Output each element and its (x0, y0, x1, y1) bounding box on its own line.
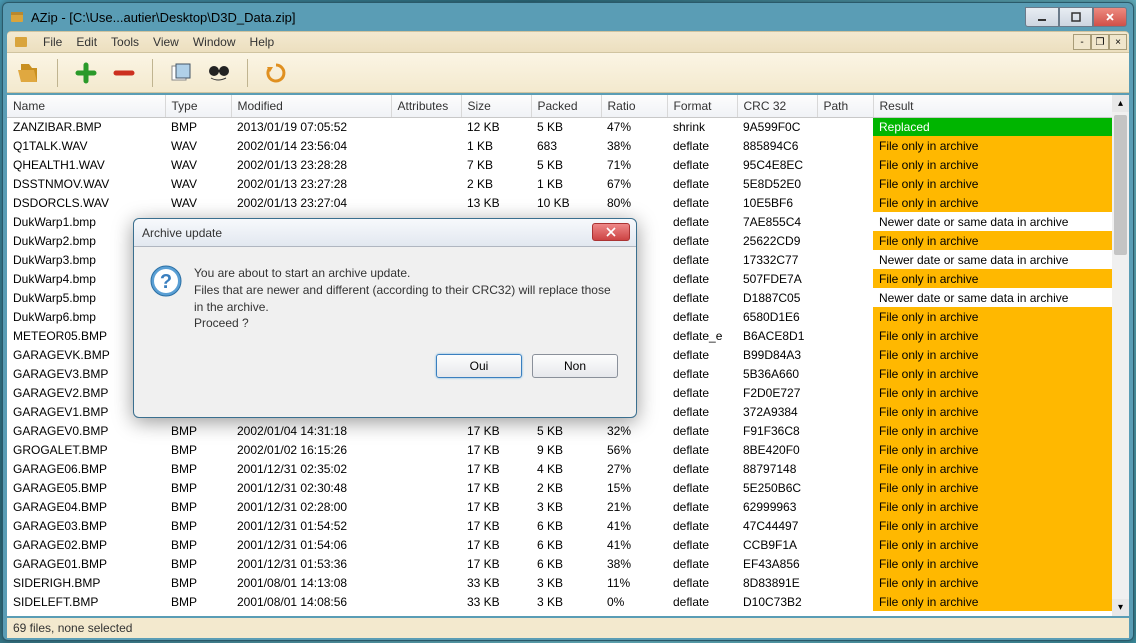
col-size[interactable]: Size (461, 95, 531, 117)
table-row[interactable]: DSSTNMOV.WAVWAV2002/01/13 23:27:282 KB1 … (7, 174, 1129, 193)
column-headers[interactable]: Name Type Modified Attributes Size Packe… (7, 95, 1129, 117)
result-cell: Newer date or same data in archive (873, 288, 1129, 307)
result-cell: File only in archive (873, 497, 1129, 516)
find-button[interactable] (205, 59, 233, 87)
maximize-button[interactable] (1059, 7, 1093, 27)
result-cell: File only in archive (873, 421, 1129, 440)
close-button[interactable] (1093, 7, 1127, 27)
menu-edit[interactable]: Edit (76, 35, 97, 49)
table-row[interactable]: GARAGE01.BMPBMP2001/12/31 01:53:3617 KB6… (7, 554, 1129, 573)
table-row[interactable]: ZANZIBAR.BMPBMP2013/01/19 07:05:5212 KB5… (7, 117, 1129, 136)
mdi-close-button[interactable]: × (1109, 34, 1127, 50)
result-cell: File only in archive (873, 193, 1129, 212)
menu-tools[interactable]: Tools (111, 35, 139, 49)
question-icon: ? (150, 265, 182, 297)
close-icon (605, 227, 617, 237)
mdi-restore-button[interactable]: ❐ (1091, 34, 1109, 50)
dialog-message: You are about to start an archive update… (194, 265, 620, 332)
menu-view[interactable]: View (153, 35, 179, 49)
col-modified[interactable]: Modified (231, 95, 391, 117)
scroll-up-icon[interactable]: ▴ (1112, 95, 1129, 112)
result-cell: File only in archive (873, 307, 1129, 326)
result-cell: Newer date or same data in archive (873, 250, 1129, 269)
result-cell: File only in archive (873, 573, 1129, 592)
table-row[interactable]: GARAGE05.BMPBMP2001/12/31 02:30:4817 KB2… (7, 478, 1129, 497)
vertical-scrollbar[interactable]: ▴ ▾ (1112, 95, 1129, 616)
result-cell: File only in archive (873, 535, 1129, 554)
result-cell: File only in archive (873, 364, 1129, 383)
table-row[interactable]: GARAGE02.BMPBMP2001/12/31 01:54:0617 KB6… (7, 535, 1129, 554)
status-text: 69 files, none selected (13, 621, 132, 635)
result-cell: File only in archive (873, 269, 1129, 288)
table-row[interactable]: SIDELEFT.BMPBMP2001/08/01 14:08:5633 KB3… (7, 592, 1129, 611)
result-cell: File only in archive (873, 231, 1129, 250)
table-row[interactable]: DSDORCLS.WAVWAV2002/01/13 23:27:0413 KB1… (7, 193, 1129, 212)
result-cell: File only in archive (873, 516, 1129, 535)
table-row[interactable]: QHEALTH1.WAVWAV2002/01/13 23:28:287 KB5 … (7, 155, 1129, 174)
table-row[interactable]: GROGALET.BMPBMP2002/01/02 16:15:2617 KB9… (7, 440, 1129, 459)
dialog-close-button[interactable] (592, 223, 630, 241)
result-cell: File only in archive (873, 326, 1129, 345)
scroll-down-icon[interactable]: ▾ (1112, 599, 1129, 616)
result-cell: File only in archive (873, 155, 1129, 174)
col-format[interactable]: Format (667, 95, 737, 117)
col-packed[interactable]: Packed (531, 95, 601, 117)
dialog-titlebar[interactable]: Archive update (134, 219, 636, 247)
table-row[interactable]: GARAGE03.BMPBMP2001/12/31 01:54:5217 KB6… (7, 516, 1129, 535)
table-row[interactable]: SIDERIGH.BMPBMP2001/08/01 14:13:0833 KB3… (7, 573, 1129, 592)
toolbar (7, 53, 1129, 93)
col-result[interactable]: Result (873, 95, 1129, 117)
archive-update-dialog: Archive update ? You are about to start … (133, 218, 637, 418)
refresh-button[interactable] (262, 59, 290, 87)
result-cell: File only in archive (873, 383, 1129, 402)
col-type[interactable]: Type (165, 95, 231, 117)
result-cell: File only in archive (873, 554, 1129, 573)
table-row[interactable]: GARAGE04.BMPBMP2001/12/31 02:28:0017 KB3… (7, 497, 1129, 516)
col-ratio[interactable]: Ratio (601, 95, 667, 117)
add-button[interactable] (72, 59, 100, 87)
table-row[interactable]: Q1TALK.WAVWAV2002/01/14 23:56:041 KB6833… (7, 136, 1129, 155)
menu-window[interactable]: Window (193, 35, 236, 49)
result-cell: File only in archive (873, 478, 1129, 497)
col-attributes[interactable]: Attributes (391, 95, 461, 117)
app-icon (9, 9, 25, 25)
result-cell: Newer date or same data in archive (873, 212, 1129, 231)
result-cell: File only in archive (873, 402, 1129, 421)
svg-text:?: ? (160, 271, 172, 293)
col-path[interactable]: Path (817, 95, 873, 117)
window-title: AZip - [C:\Use...autier\Desktop\D3D_Data… (31, 10, 1025, 25)
properties-button[interactable] (167, 59, 195, 87)
yes-button[interactable]: Oui (436, 354, 522, 378)
col-name[interactable]: Name (7, 95, 165, 117)
menu-help[interactable]: Help (250, 35, 275, 49)
col-crc32[interactable]: CRC 32 (737, 95, 817, 117)
menu-file[interactable]: File (43, 35, 62, 49)
result-cell: File only in archive (873, 345, 1129, 364)
table-row[interactable]: GARAGE06.BMPBMP2001/12/31 02:35:0217 KB4… (7, 459, 1129, 478)
no-button[interactable]: Non (532, 354, 618, 378)
minimize-button[interactable] (1025, 7, 1059, 27)
remove-button[interactable] (110, 59, 138, 87)
titlebar[interactable]: AZip - [C:\Use...autier\Desktop\D3D_Data… (3, 3, 1133, 31)
result-cell: File only in archive (873, 592, 1129, 611)
statusbar: 69 files, none selected (7, 618, 1129, 638)
result-cell: File only in archive (873, 440, 1129, 459)
menubar: File Edit Tools View Window Help - ❐ × (7, 31, 1129, 53)
result-cell: File only in archive (873, 136, 1129, 155)
open-archive-button[interactable] (15, 59, 43, 87)
mdi-minimize-button[interactable]: - (1073, 34, 1091, 50)
table-row[interactable]: GARAGEV0.BMPBMP2002/01/04 14:31:1817 KB5… (7, 421, 1129, 440)
result-cell: Replaced (873, 117, 1129, 136)
result-cell: File only in archive (873, 459, 1129, 478)
archive-icon (13, 34, 29, 50)
dialog-title: Archive update (142, 226, 222, 240)
scroll-thumb[interactable] (1114, 115, 1127, 255)
result-cell: File only in archive (873, 174, 1129, 193)
